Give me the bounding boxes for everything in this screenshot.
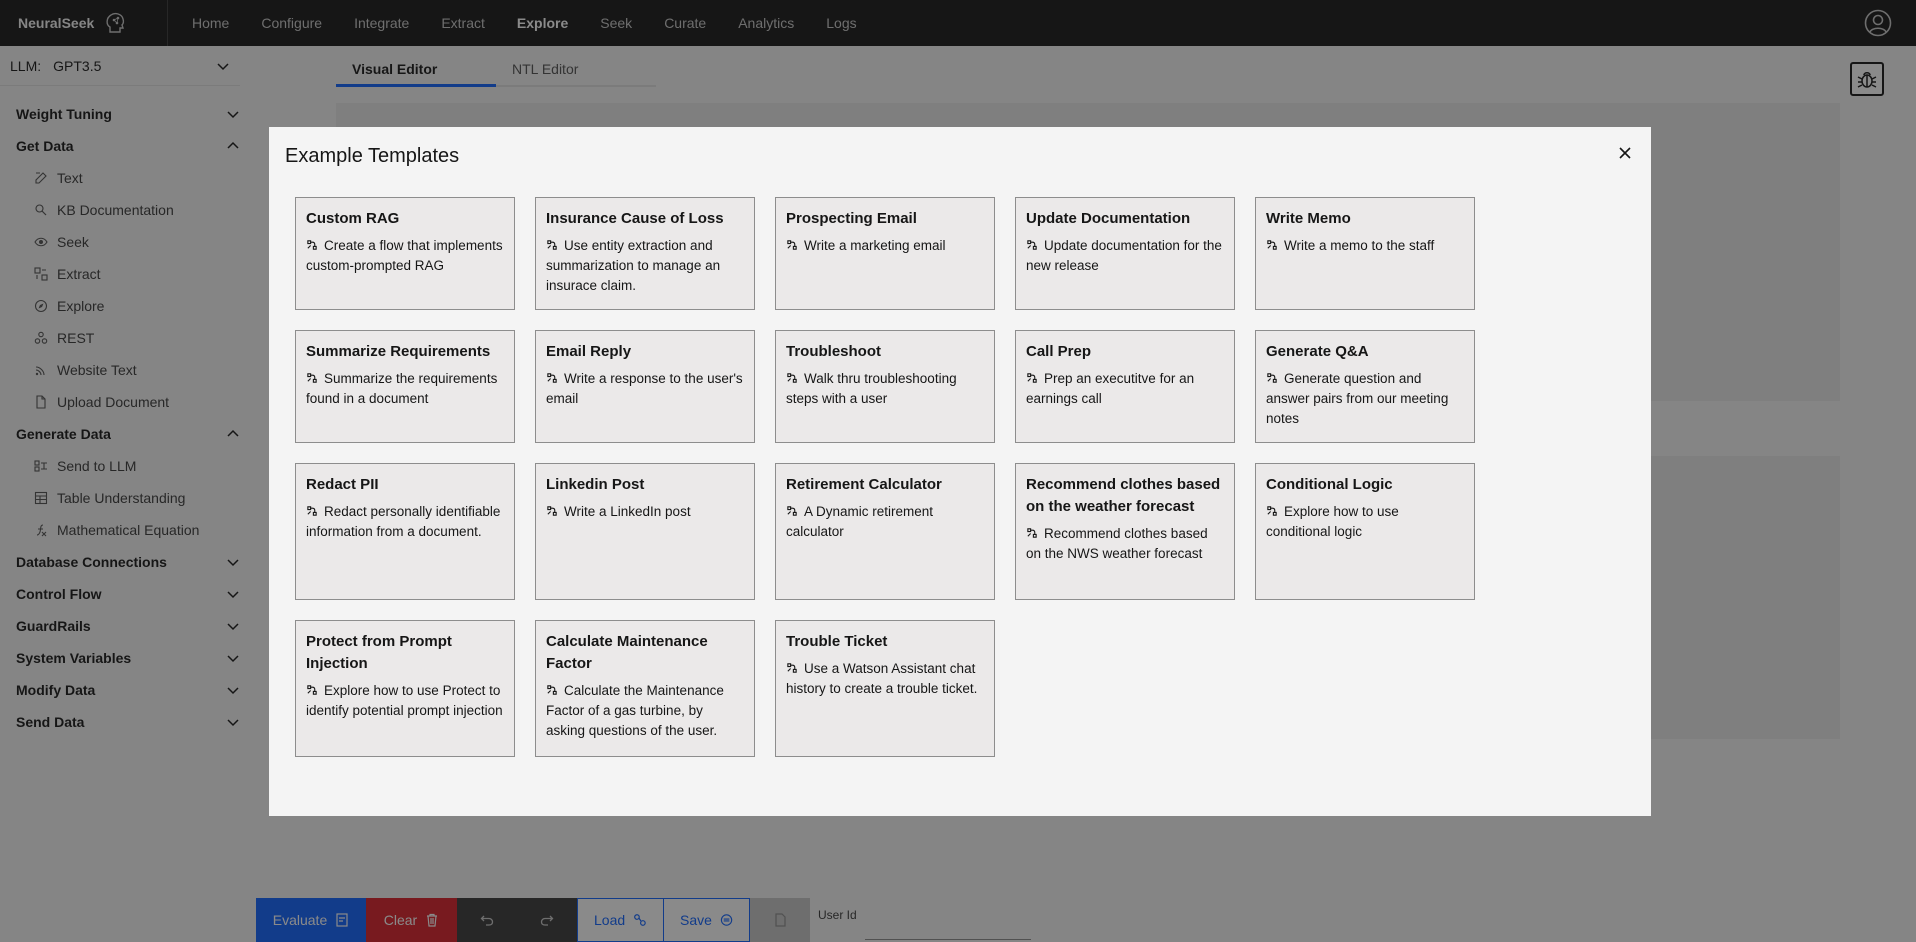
template-description: Write a response to the user's email <box>546 371 743 406</box>
template-description-row: Write a memo to the staff <box>1266 236 1464 256</box>
flow-icon <box>1027 528 1037 538</box>
template-card-calculate-maintenance-factor[interactable]: Calculate Maintenance Factor Calculate th… <box>535 620 755 757</box>
flow-icon <box>787 663 797 673</box>
template-description: Write a marketing email <box>804 238 946 253</box>
flow-icon <box>787 506 797 516</box>
flow-icon <box>307 373 317 383</box>
template-card-troubleshoot[interactable]: Troubleshoot Walk thru troubleshooting st… <box>775 330 995 443</box>
close-icon <box>1619 147 1631 159</box>
template-card-redact-pii[interactable]: Redact PII Redact personally identifiable… <box>295 463 515 600</box>
template-title: Trouble Ticket <box>786 633 888 650</box>
flow-icon <box>307 685 317 695</box>
flow-icon <box>547 506 557 516</box>
template-description: Summarize the requirements found in a do… <box>306 371 498 406</box>
template-description-row: Summarize the requirements found in a do… <box>306 369 504 409</box>
template-description: Walk thru troubleshooting steps with a u… <box>786 371 957 406</box>
template-description-row: Generate question and answer pairs from … <box>1266 369 1464 429</box>
example-templates-modal: Example Templates Custom RAG Create a flo… <box>269 127 1651 816</box>
template-card-trouble-ticket[interactable]: Trouble Ticket Use a Watson Assistant cha… <box>775 620 995 757</box>
flow-icon <box>307 240 317 250</box>
template-card-call-prep[interactable]: Call Prep Prep an executitve for an earni… <box>1015 330 1235 443</box>
template-description-row: Update documentation for the new release <box>1026 236 1224 276</box>
template-card-protect-from-prompt-injection[interactable]: Protect from Prompt Injection Explore how… <box>295 620 515 757</box>
template-title: Custom RAG <box>306 210 400 227</box>
template-description: Write a LinkedIn post <box>564 504 691 519</box>
template-description: Calculate the Maintenance Factor of a ga… <box>546 683 724 738</box>
template-description: A Dynamic retirement calculator <box>786 504 934 539</box>
template-title: Calculate Maintenance Factor <box>546 633 708 672</box>
template-description: Recommend clothes based on the NWS weath… <box>1026 526 1208 561</box>
template-title: Write Memo <box>1266 210 1351 227</box>
template-title: Insurance Cause of Loss <box>546 210 724 227</box>
template-description-row: Explore how to use conditional logic <box>1266 502 1464 542</box>
template-card-linkedin-post[interactable]: Linkedin Post Write a LinkedIn post <box>535 463 755 600</box>
flow-icon <box>547 685 557 695</box>
template-card-write-memo[interactable]: Write Memo Write a memo to the staff <box>1255 197 1475 310</box>
template-description: Create a flow that implements custom-pro… <box>306 238 503 273</box>
template-card-generate-q-a[interactable]: Generate Q&A Generate question and answer… <box>1255 330 1475 443</box>
template-description-row: Write a LinkedIn post <box>546 502 744 522</box>
template-description: Update documentation for the new release <box>1026 238 1222 273</box>
template-description-row: A Dynamic retirement calculator <box>786 502 984 542</box>
template-title: Email Reply <box>546 343 632 360</box>
flow-icon <box>1027 373 1037 383</box>
template-description: Use entity extraction and summarization … <box>546 238 721 293</box>
flow-icon <box>1267 506 1277 516</box>
template-title: Linkedin Post <box>546 476 645 493</box>
flow-icon <box>1267 373 1277 383</box>
template-card-retirement-calculator[interactable]: Retirement Calculator A Dynamic retiremen… <box>775 463 995 600</box>
flow-icon <box>547 240 557 250</box>
template-description-row: Redact personally identifiable informati… <box>306 502 504 542</box>
template-description: Prep an executitve for an earnings call <box>1026 371 1195 406</box>
template-title: Update Documentation <box>1026 210 1191 227</box>
template-description-row: Write a response to the user's email <box>546 369 744 409</box>
template-title: Prospecting Email <box>786 210 917 227</box>
template-description-row: Explore how to use Protect to identify p… <box>306 681 504 721</box>
template-card-update-documentation[interactable]: Update Documentation Update documentation… <box>1015 197 1235 310</box>
flow-icon <box>1027 240 1037 250</box>
template-description: Explore how to use conditional logic <box>1266 504 1399 539</box>
template-title: Protect from Prompt Injection <box>306 633 452 672</box>
template-card-recommend-clothes-based-on-the-weather-forecast[interactable]: Recommend clothes based on the weather f… <box>1015 463 1235 600</box>
template-title: Conditional Logic <box>1266 476 1393 493</box>
template-description-row: Walk thru troubleshooting steps with a u… <box>786 369 984 409</box>
template-description: Generate question and answer pairs from … <box>1266 371 1449 426</box>
template-description: Explore how to use Protect to identify p… <box>306 683 503 718</box>
template-title: Recommend clothes based on the weather f… <box>1026 476 1221 515</box>
template-title: Redact PII <box>306 476 379 493</box>
template-description-row: Create a flow that implements custom-pro… <box>306 236 504 276</box>
template-description-row: Use a Watson Assistant chat history to c… <box>786 659 984 699</box>
template-card-custom-rag[interactable]: Custom RAG Create a flow that implements … <box>295 197 515 310</box>
template-description-row: Prep an executitve for an earnings call <box>1026 369 1224 409</box>
modal-title: Example Templates <box>285 145 460 167</box>
flow-icon <box>547 373 557 383</box>
template-description: Redact personally identifiable informati… <box>306 504 501 539</box>
template-card-insurance-cause-of-loss[interactable]: Insurance Cause of Loss Use entity extrac… <box>535 197 755 310</box>
flow-icon <box>1267 240 1277 250</box>
flow-icon <box>307 506 317 516</box>
flow-icon <box>787 240 797 250</box>
close-button[interactable] <box>1613 141 1637 165</box>
template-description: Write a memo to the staff <box>1284 238 1435 253</box>
flow-icon <box>787 373 797 383</box>
template-description-row: Recommend clothes based on the NWS weath… <box>1026 524 1224 564</box>
template-card-conditional-logic[interactable]: Conditional Logic Explore how to use cond… <box>1255 463 1475 600</box>
template-grid: Custom RAG Create a flow that implements … <box>295 197 1475 757</box>
template-description: Use a Watson Assistant chat history to c… <box>786 661 978 696</box>
template-title: Summarize Requirements <box>306 343 491 360</box>
template-description-row: Calculate the Maintenance Factor of a ga… <box>546 681 744 741</box>
template-title: Troubleshoot <box>786 343 881 360</box>
template-card-summarize-requirements[interactable]: Summarize Requirements Summarize the requ… <box>295 330 515 443</box>
template-title: Generate Q&A <box>1266 343 1369 360</box>
template-card-email-reply[interactable]: Email Reply Write a response to the user'… <box>535 330 755 443</box>
template-description-row: Write a marketing email <box>786 236 984 256</box>
template-description-row: Use entity extraction and summarization … <box>546 236 744 296</box>
template-title: Retirement Calculator <box>786 476 942 493</box>
template-card-prospecting-email[interactable]: Prospecting Email Write a marketing email <box>775 197 995 310</box>
template-title: Call Prep <box>1026 343 1092 360</box>
